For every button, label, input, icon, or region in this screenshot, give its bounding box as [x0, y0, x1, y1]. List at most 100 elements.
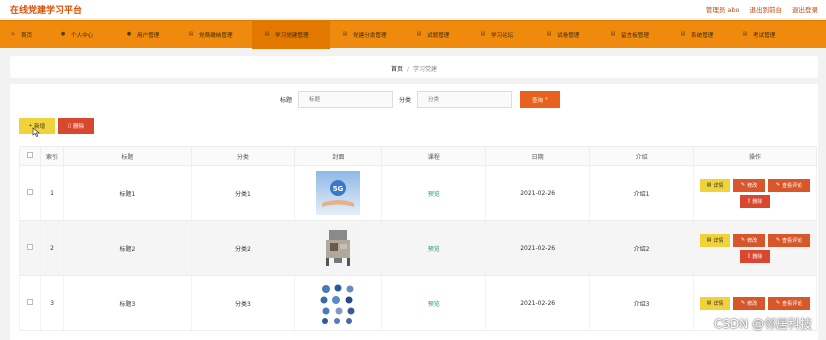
row-checkbox[interactable] [26, 299, 33, 305]
nav-item-profile[interactable]: ● 个人中心 [46, 21, 110, 49]
view-comments-label: 查看评论 [782, 182, 803, 189]
edit-icon: ✎ [740, 237, 746, 243]
row-checkbox[interactable] [26, 244, 33, 250]
edit-icon: ✎ [740, 182, 746, 188]
edit-button[interactable]: ✎ 修改 [733, 233, 765, 247]
row-cover [294, 275, 383, 331]
nav-item-forum[interactable]: ▤ 学习论坛 [470, 21, 534, 49]
search-icon: ⌕ [544, 96, 549, 102]
breadcrumb-home[interactable]: 首页 [391, 66, 403, 73]
nav-item-label: 党建分类管理 [353, 32, 387, 39]
row-course-link[interactable]: 预览 [381, 220, 487, 276]
detail-button[interactable]: ▤ 详情 [700, 178, 730, 192]
row-index: 3 [39, 275, 65, 331]
row-select-cell[interactable] [19, 220, 41, 276]
col-header-index: 索引 [39, 146, 65, 166]
title-search-input[interactable] [298, 91, 394, 108]
select-all-checkbox[interactable] [26, 152, 33, 158]
row-actions: ▤ 详情 ✎ 修改 ✎ 查看评论 ▯ 删除 [693, 220, 817, 276]
menu-icon: ▤ [680, 31, 686, 37]
detail-button[interactable]: ▤ 详情 [700, 233, 730, 247]
nav-item-label: 首页 [21, 32, 33, 39]
menu-icon: ▤ [610, 31, 616, 37]
row-delete-label: 删除 [752, 253, 763, 260]
nav-item-label: 系统管理 [691, 32, 714, 39]
app-title: 在线党建学习平台 [10, 6, 83, 16]
row-delete-button[interactable]: ▯ 删除 [740, 194, 770, 208]
nav-item-users[interactable]: ● 用户管理 [110, 21, 174, 49]
view-comments-button[interactable]: ✎ 查看评论 [768, 296, 810, 310]
edit-icon: ✎ [775, 300, 781, 306]
menu-icon: ▤ [416, 31, 422, 37]
view-comments-button[interactable]: ✎ 查看评论 [768, 233, 810, 247]
row-checkbox[interactable] [26, 189, 33, 195]
content-panel: 标题 分类 查询⌕ +新增 ▯删除 索引 标题 分类 封面 课程 日期 介绍 操… [10, 84, 818, 340]
view-comments-button[interactable]: ✎ 查看评论 [768, 178, 810, 192]
edit-label: 修改 [747, 182, 758, 189]
detail-icon: ▤ [706, 300, 712, 306]
mouse-pointer-icon [32, 127, 40, 137]
edit-button[interactable]: ✎ 修改 [733, 178, 765, 192]
detail-label: 详情 [713, 237, 724, 244]
cover-text: 5G [333, 185, 344, 193]
nav-item-messages[interactable]: ▤ 留言板管理 [596, 21, 670, 49]
cover-image-icons [316, 281, 361, 325]
query-button[interactable]: 查询 ⌕ [520, 91, 561, 108]
nav-item-fees[interactable]: ▤ 党费缴纳管理 [174, 21, 252, 49]
row-title: 标题3 [63, 275, 192, 331]
nav-item-label: 党费缴纳管理 [199, 32, 233, 39]
edit-label: 修改 [747, 237, 758, 244]
batch-delete-button[interactable]: ▯ 删除 [58, 118, 94, 134]
search-bar: 标题 分类 查询⌕ [280, 91, 561, 108]
select-all-cell[interactable] [19, 146, 41, 166]
col-header-title: 标题 [63, 146, 192, 166]
view-comments-label: 查看评论 [782, 237, 803, 244]
category-search-input[interactable] [417, 91, 513, 108]
table-row: 2 标题2 分类2 预览 2021-02-26 介绍2 ▤ 详情 ✎ 修改 ✎ … [19, 220, 817, 276]
col-header-actions: 操作 [693, 146, 817, 166]
row-intro: 介绍2 [589, 220, 694, 276]
logout-link[interactable]: 退出登录 [792, 4, 818, 14]
nav-item-home[interactable]: ⌂ 首页 [4, 21, 46, 49]
row-index: 2 [39, 220, 65, 276]
breadcrumb: 首页 / 学习党建 [10, 64, 818, 73]
view-comments-label: 查看评论 [782, 300, 803, 307]
col-header-intro: 介绍 [589, 146, 694, 166]
edit-icon: ✎ [775, 182, 781, 188]
users-icon: ● [126, 31, 132, 37]
data-table: 索引 标题 分类 封面 课程 日期 介绍 操作 1 标题1 分类1 5G 预览 … [19, 146, 817, 331]
table-row: 3 标题3 分类3 预览 2021-02-26 介绍3 ▤ 详情 ✎ 修改 ✎ … [19, 275, 817, 331]
menu-icon: ▤ [742, 31, 748, 37]
table-row: 1 标题1 分类1 5G 预览 2021-02-26 介绍1 ▤ 详情 ✎ 修改… [19, 165, 817, 221]
title-search-label: 标题 [280, 97, 293, 104]
edit-button[interactable]: ✎ 修改 [733, 296, 765, 310]
detail-label: 详情 [713, 182, 724, 189]
row-select-cell[interactable] [19, 165, 41, 221]
back-to-frontend-link[interactable]: 退出到前台 [750, 4, 783, 14]
nav-item-category[interactable]: ▤ 党建分类管理 [330, 21, 404, 49]
nav-item-study[interactable]: ▤ 学习党建管理 [252, 20, 330, 49]
row-select-cell[interactable] [19, 275, 41, 331]
edit-label: 修改 [747, 300, 758, 307]
row-course-link[interactable]: 预览 [381, 165, 487, 221]
nav-item-exams[interactable]: ▤ 考试管理 [736, 21, 802, 49]
row-date: 2021-02-26 [485, 165, 591, 221]
menu-icon: ▤ [480, 31, 486, 37]
detail-button[interactable]: ▤ 详情 [700, 296, 730, 310]
row-course-link[interactable]: 预览 [381, 275, 487, 331]
row-delete-label: 删除 [752, 198, 763, 205]
row-actions: ▤ 详情 ✎ 修改 ✎ 查看评论 ▯ 删除 [693, 165, 817, 221]
action-bar: + 新增 ▯ 删除 [19, 118, 94, 134]
nav-item-system[interactable]: ▤ 系统管理 [670, 21, 736, 49]
nav-item-questions[interactable]: ▤ 试题管理 [404, 21, 470, 49]
trash-icon: ▯ [747, 253, 751, 259]
row-category: 分类2 [190, 220, 296, 276]
user-icon: ● [60, 31, 66, 37]
row-delete-button[interactable]: ▯ 删除 [740, 249, 770, 263]
admin-user-label: 管理员 abo [705, 6, 740, 14]
row-index: 1 [39, 165, 65, 221]
detail-label: 详情 [713, 300, 724, 307]
delete-button-label: 删除 [73, 124, 85, 130]
nav-item-label: 试题管理 [427, 32, 450, 39]
nav-item-papers[interactable]: ▤ 试卷管理 [534, 21, 596, 49]
